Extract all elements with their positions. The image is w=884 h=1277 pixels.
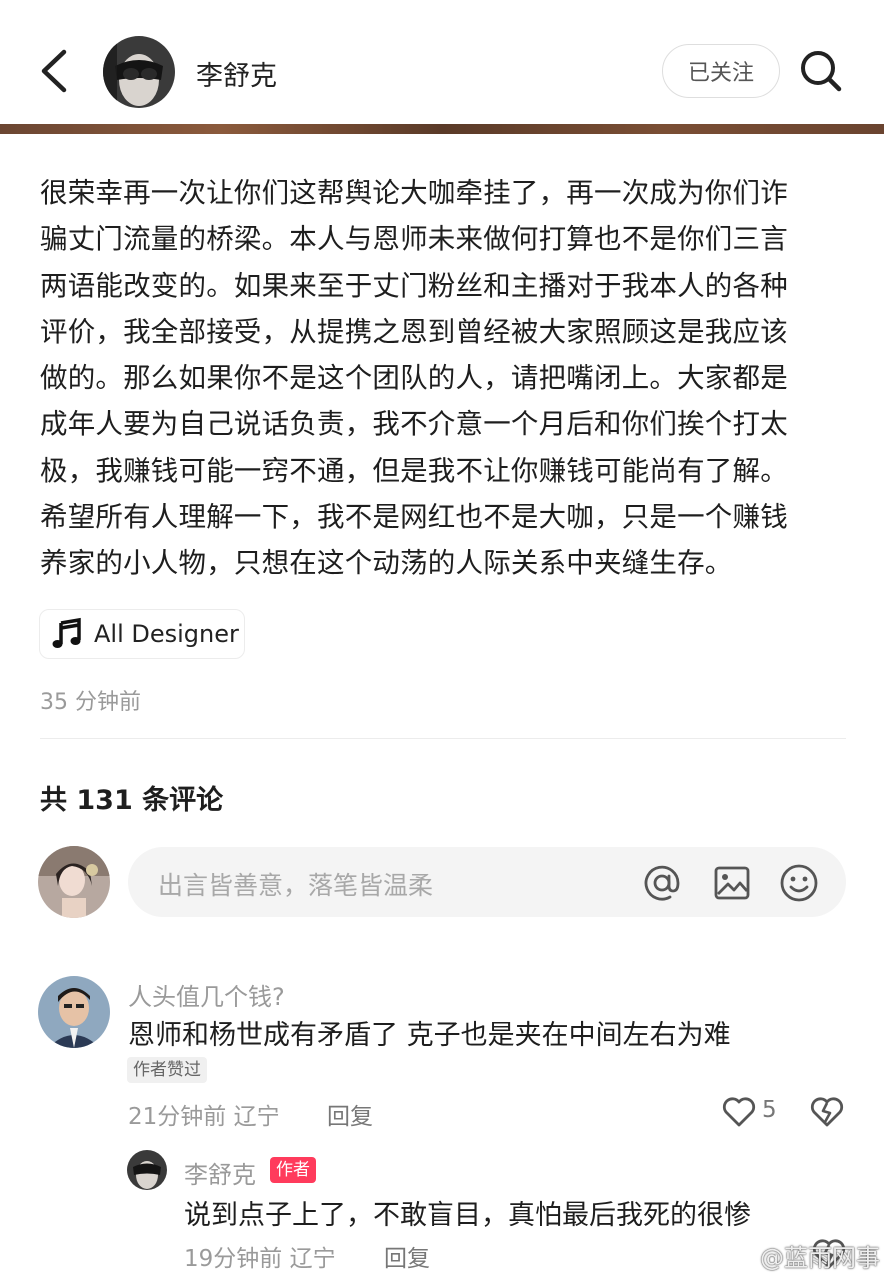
- post-line: 骗丈门流量的桥梁。本人与恩师未来做何打算也不是你们三言: [40, 223, 788, 256]
- post-line: 做的。那么如果你不是这个团队的人，请把嘴闭上。大家都是: [40, 362, 788, 395]
- watermark-text: @蓝雨网事: [760, 1244, 880, 1272]
- post-line: 评价，我全部接受，从提携之恩到曾经被大家照顾这是我应该: [40, 315, 788, 348]
- post-line: 极，我赚钱可能一窍不通，但是我不让你赚钱可能尚有了解。: [40, 454, 788, 487]
- dislike-icon[interactable]: [810, 1096, 844, 1128]
- follow-button[interactable]: 已关注: [662, 44, 780, 98]
- top-bar: 李舒克 已关注: [0, 0, 884, 124]
- my-avatar: [38, 846, 110, 918]
- like-icon[interactable]: [722, 1096, 756, 1128]
- reply-author-avatar[interactable]: [127, 1150, 167, 1190]
- post-line: 很荣幸再一次让你们这帮舆论大咖牵挂了，再一次成为你们诈: [40, 177, 788, 209]
- music-label: All Designer: [94, 620, 239, 648]
- weibo-logo-icon: [722, 1244, 755, 1269]
- author-liked-badge: 作者赞过: [127, 1057, 207, 1083]
- post-text: 很荣幸再一次让你们这帮舆论大咖牵挂了，再一次成为你们诈 骗丈门流量的桥梁。本人与…: [40, 170, 850, 587]
- comment-meta: 21分钟前 辽宁: [128, 1104, 280, 1130]
- reply-button[interactable]: 回复: [384, 1239, 430, 1273]
- post-line: 希望所有人理解一下，我不是网红也不是大咖，只是一个赚钱: [40, 501, 788, 534]
- back-icon[interactable]: [34, 46, 78, 96]
- author-avatar[interactable]: [103, 36, 175, 108]
- image-icon[interactable]: [712, 863, 752, 903]
- comment-input-placeholder: 出言皆善意，落笔皆温柔: [158, 871, 434, 900]
- cover-image-edge: [0, 124, 884, 134]
- music-note-icon: [52, 617, 81, 648]
- post-line: 成年人要为自己说话负责，我不介意一个月后和你们挨个打太: [40, 408, 788, 441]
- like-count: 5: [762, 1097, 777, 1123]
- comment-count: 共 131 条评论: [40, 785, 224, 816]
- post-line: 养家的小人物，只想在这个动荡的人际关系中夹缝生存。: [40, 547, 733, 580]
- music-tag[interactable]: All Designer: [39, 609, 245, 659]
- commenter-name[interactable]: 人头值几个钱?: [128, 977, 285, 1012]
- search-icon[interactable]: [798, 48, 844, 94]
- emoji-icon[interactable]: [778, 862, 820, 904]
- mention-icon[interactable]: [642, 863, 682, 903]
- reply-button[interactable]: 回复: [327, 1097, 373, 1131]
- post-time: 35 分钟前: [40, 690, 141, 715]
- reply-author-name[interactable]: 李舒克: [184, 1155, 256, 1190]
- author-badge: 作者: [270, 1157, 316, 1183]
- post-line: 两语能改变的。如果来至于丈门粉丝和主播对于我本人的各种: [40, 269, 788, 302]
- comment-text: 恩师和杨世成有矛盾了 克子也是夹在中间左右为难: [128, 1020, 731, 1051]
- reply-text: 说到点子上了，不敢盲目，真怕最后我死的很惨: [184, 1200, 751, 1231]
- author-name[interactable]: 李舒克: [196, 54, 277, 93]
- commenter-avatar[interactable]: [38, 976, 110, 1048]
- reply-meta: 19分钟前 辽宁: [184, 1246, 336, 1272]
- watermark: @蓝雨网事: [722, 1238, 880, 1273]
- divider: [40, 738, 846, 739]
